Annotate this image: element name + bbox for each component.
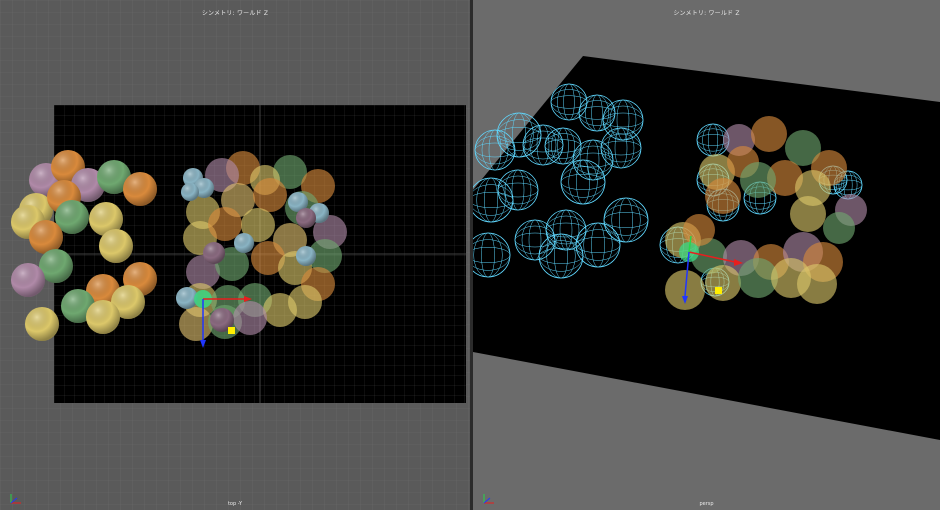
camera-label: top -Y: [227, 501, 243, 507]
sphere-shading: [203, 242, 225, 264]
sphere-shading: [181, 183, 199, 201]
viewport-title: シンメトリ: ワールド Z: [673, 10, 740, 17]
persp-viewport-scene[interactable]: [473, 0, 940, 510]
sphere[interactable]: [179, 307, 213, 341]
sphere-shading: [25, 307, 59, 341]
pivot-point[interactable]: [715, 287, 722, 294]
sphere-shading: [296, 246, 316, 266]
sphere-shading: [123, 172, 157, 206]
sphere[interactable]: [288, 285, 322, 319]
camera-label: persp: [699, 501, 714, 507]
sphere[interactable]: [751, 116, 787, 152]
sphere[interactable]: [705, 178, 741, 214]
sphere[interactable]: [705, 265, 741, 301]
persp-viewport[interactable]: シンメトリ: ワールド Z persp: [473, 0, 940, 510]
sphere-shading: [11, 263, 45, 297]
sphere-shading: [29, 220, 63, 254]
viewport-panel: シンメトリ: ワールド Z top -Y シンメトリ: ワールド Z persp: [0, 0, 940, 510]
view-axis-icon: [10, 494, 21, 504]
sphere[interactable]: [790, 196, 826, 232]
viewport-title: シンメトリ: ワールド Z: [201, 10, 269, 17]
sphere-shading: [296, 208, 316, 228]
sphere[interactable]: [683, 214, 715, 246]
top-viewport-scene[interactable]: [0, 0, 470, 510]
sphere[interactable]: [823, 212, 855, 244]
sphere-shading: [86, 300, 120, 334]
sphere[interactable]: [253, 178, 287, 212]
sphere-shading: [234, 233, 254, 253]
sphere[interactable]: [233, 301, 267, 335]
pivot-point[interactable]: [228, 327, 235, 334]
sphere[interactable]: [797, 264, 837, 304]
sphere[interactable]: [208, 207, 242, 241]
sphere-shading: [99, 229, 133, 263]
sphere[interactable]: [740, 162, 776, 198]
view-axis-icon: [483, 494, 494, 504]
top-viewport[interactable]: シンメトリ: ワールド Z top -Y: [0, 0, 470, 510]
